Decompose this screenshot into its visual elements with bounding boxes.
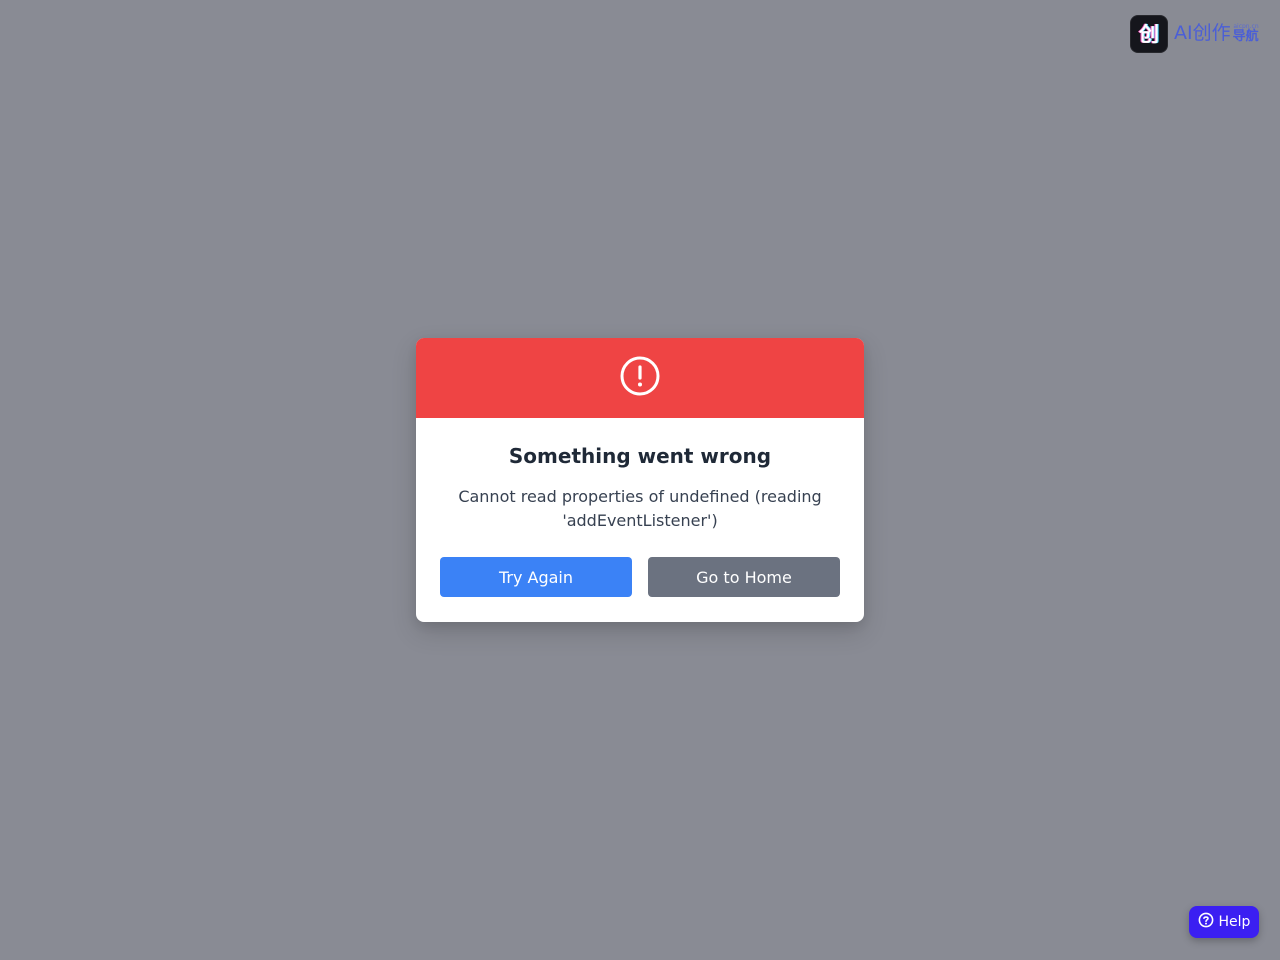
logo-main-text: AI创作 xyxy=(1174,21,1231,44)
error-dialog: Something went wrong Cannot read propert… xyxy=(416,338,864,622)
try-again-button[interactable]: Try Again xyxy=(440,557,632,597)
logo-sub-text: 导航 xyxy=(1232,28,1259,44)
logo-mark-icon: 创 xyxy=(1130,15,1168,53)
logo-text: AI创作 aicpn.cn 导航 xyxy=(1174,21,1259,44)
exclamation-circle-icon xyxy=(619,355,661,401)
error-dialog-body: Something went wrong Cannot read propert… xyxy=(416,418,864,597)
dialog-actions: Try Again Go to Home xyxy=(440,557,840,597)
brand-logo[interactable]: 创 AI创作 aicpn.cn 导航 xyxy=(1130,15,1259,53)
error-message: Cannot read properties of undefined (rea… xyxy=(458,487,822,530)
logo-side: aicpn.cn 导航 xyxy=(1232,23,1259,44)
go-home-button[interactable]: Go to Home xyxy=(648,557,840,597)
help-button[interactable]: Help xyxy=(1189,906,1259,938)
error-title: Something went wrong xyxy=(508,444,772,468)
logo-glyph: 创 xyxy=(1139,22,1159,46)
question-circle-icon xyxy=(1198,912,1214,932)
error-dialog-header xyxy=(416,338,864,418)
help-label: Help xyxy=(1218,914,1251,930)
